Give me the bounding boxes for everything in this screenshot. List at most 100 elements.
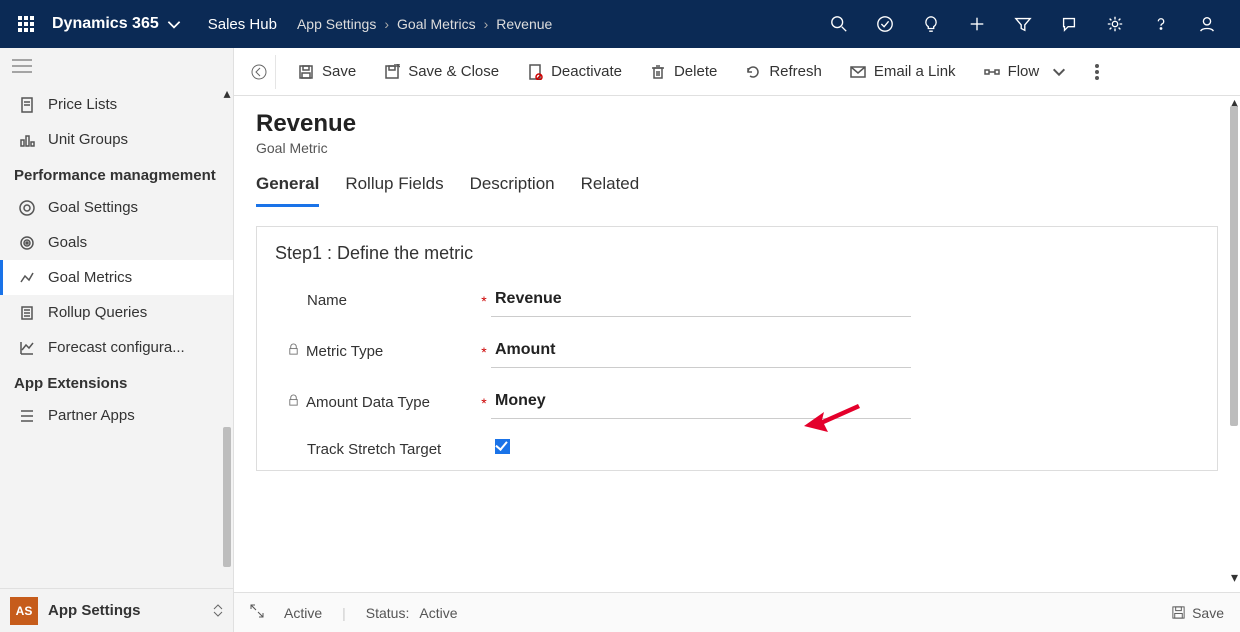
- document-icon: [18, 305, 36, 321]
- statusbar-save-button[interactable]: Save: [1171, 605, 1224, 621]
- field-label-track-stretch: Track Stretch Target: [307, 441, 441, 458]
- more-commands-button[interactable]: [1083, 58, 1111, 86]
- document-icon: [18, 97, 36, 113]
- scrollbar-thumb[interactable]: [1230, 106, 1238, 426]
- save-and-close-button[interactable]: Save & Close: [372, 57, 511, 86]
- tab-description[interactable]: Description: [470, 174, 555, 207]
- cmd-label: Deactivate: [551, 63, 622, 80]
- field-label-metric-type: Metric Type: [306, 343, 383, 360]
- chart-icon: [18, 340, 36, 356]
- cmd-label: Save & Close: [408, 63, 499, 80]
- sidebar-item-label: Goal Metrics: [48, 269, 132, 286]
- content-scrollbar[interactable]: ▴ ▾: [1228, 96, 1240, 584]
- sidebar-item-goal-metrics[interactable]: Goal Metrics: [0, 260, 233, 295]
- sidebar-scrollbar[interactable]: ▴: [221, 87, 233, 588]
- sidebar-item-label: Partner Apps: [48, 407, 135, 424]
- chevron-down-icon: [1051, 64, 1067, 80]
- bars-icon: [18, 132, 36, 148]
- plus-icon[interactable]: [954, 0, 1000, 48]
- deactivate-button[interactable]: Deactivate: [515, 57, 634, 86]
- sidebar-item-goal-settings[interactable]: Goal Settings: [0, 190, 233, 225]
- save-button[interactable]: Save: [286, 57, 368, 86]
- sidebar-item-label: Rollup Queries: [48, 304, 147, 321]
- sidebar-item-label: Forecast configura...: [48, 339, 185, 356]
- chevron-right-icon: ›: [384, 16, 389, 32]
- sidebar-item-rollup-queries[interactable]: Rollup Queries: [0, 295, 233, 330]
- sidebar-item-label: Goals: [48, 234, 87, 251]
- user-icon[interactable]: [1184, 0, 1230, 48]
- required-indicator-icon: *: [477, 344, 491, 360]
- chart-line-icon: [18, 270, 36, 286]
- command-bar: Save Save & Close Deactivate Delete Refr…: [234, 48, 1240, 96]
- scroll-down-icon[interactable]: ▾: [1231, 569, 1238, 586]
- sidebar-item-label: Price Lists: [48, 96, 117, 113]
- sidebar-group-performance: Performance managmement: [0, 157, 233, 190]
- sidebar: Price Lists Unit Groups Performance mana…: [0, 48, 234, 632]
- sidebar-toggle-icon[interactable]: [0, 48, 233, 87]
- scrollbar-thumb[interactable]: [223, 427, 231, 567]
- breadcrumb: App Settings › Goal Metrics › Revenue: [297, 16, 552, 32]
- area-switcher-icon[interactable]: [213, 604, 223, 617]
- statusbar-save-label: Save: [1192, 605, 1224, 621]
- help-icon[interactable]: [1138, 0, 1184, 48]
- field-label-amount-data-type: Amount Data Type: [306, 394, 430, 411]
- sidebar-item-price-lists[interactable]: Price Lists: [0, 87, 233, 122]
- sidebar-footer-label[interactable]: App Settings: [48, 602, 141, 619]
- breadcrumb-item[interactable]: Goal Metrics: [397, 16, 476, 32]
- status-value: Active: [419, 605, 457, 621]
- track-stretch-checkbox[interactable]: [495, 439, 510, 454]
- search-icon[interactable]: [816, 0, 862, 48]
- breadcrumb-item[interactable]: App Settings: [297, 16, 376, 32]
- brand-dropdown-icon[interactable]: [165, 15, 183, 33]
- expand-icon[interactable]: [250, 604, 264, 621]
- target-icon: [18, 235, 36, 251]
- refresh-button[interactable]: Refresh: [733, 57, 834, 86]
- tabs: General Rollup Fields Description Relate…: [234, 156, 1240, 208]
- required-indicator-icon: *: [477, 293, 491, 309]
- delete-button[interactable]: Delete: [638, 57, 729, 86]
- app-launcher-icon[interactable]: [10, 8, 42, 40]
- required-indicator-icon: *: [477, 395, 491, 411]
- sidebar-item-partner-apps[interactable]: Partner Apps: [0, 398, 233, 433]
- cmd-label: Flow: [1008, 63, 1040, 80]
- list-icon: [18, 408, 36, 424]
- field-label-name: Name: [307, 292, 347, 309]
- sidebar-item-forecast-configuration[interactable]: Forecast configura...: [0, 330, 233, 365]
- assistant-icon[interactable]: [1046, 0, 1092, 48]
- filter-icon[interactable]: [1000, 0, 1046, 48]
- settings-icon[interactable]: [1092, 0, 1138, 48]
- cmd-label: Email a Link: [874, 63, 956, 80]
- sidebar-item-goals[interactable]: Goals: [0, 225, 233, 260]
- metric-type-field[interactable]: Amount: [491, 335, 911, 368]
- tab-related[interactable]: Related: [581, 174, 640, 207]
- lock-icon: [287, 394, 300, 411]
- page-title: Revenue: [256, 110, 1218, 138]
- tab-general[interactable]: General: [256, 174, 319, 207]
- avatar: AS: [10, 597, 38, 625]
- sidebar-item-label: Unit Groups: [48, 131, 128, 148]
- amount-data-type-field[interactable]: Money: [491, 386, 911, 419]
- lock-icon: [287, 343, 300, 360]
- status-label: Status:: [366, 605, 410, 621]
- separator: |: [342, 605, 346, 621]
- cmd-label: Save: [322, 63, 356, 80]
- tab-rollup-fields[interactable]: Rollup Fields: [345, 174, 443, 207]
- form-statusbar: Active | Status: Active Save: [234, 592, 1240, 632]
- email-a-link-button[interactable]: Email a Link: [838, 57, 968, 86]
- flow-button[interactable]: Flow: [972, 57, 1080, 86]
- name-field[interactable]: Revenue: [491, 284, 911, 317]
- form-section: Step1 : Define the metric Name * Revenue…: [256, 226, 1218, 471]
- sidebar-item-label: Goal Settings: [48, 199, 138, 216]
- task-icon[interactable]: [862, 0, 908, 48]
- scroll-up-icon[interactable]: ▴: [221, 87, 233, 99]
- chevron-right-icon: ›: [484, 16, 489, 32]
- area-name[interactable]: Sales Hub: [208, 16, 277, 33]
- lightbulb-icon[interactable]: [908, 0, 954, 48]
- gear-icon: [18, 200, 36, 216]
- entity-name-label: Goal Metric: [256, 140, 1218, 156]
- breadcrumb-item[interactable]: Revenue: [496, 16, 552, 32]
- record-state-label: Active: [284, 605, 322, 621]
- sidebar-group-extensions: App Extensions: [0, 365, 233, 398]
- sidebar-item-unit-groups[interactable]: Unit Groups: [0, 122, 233, 157]
- back-button[interactable]: [242, 55, 276, 89]
